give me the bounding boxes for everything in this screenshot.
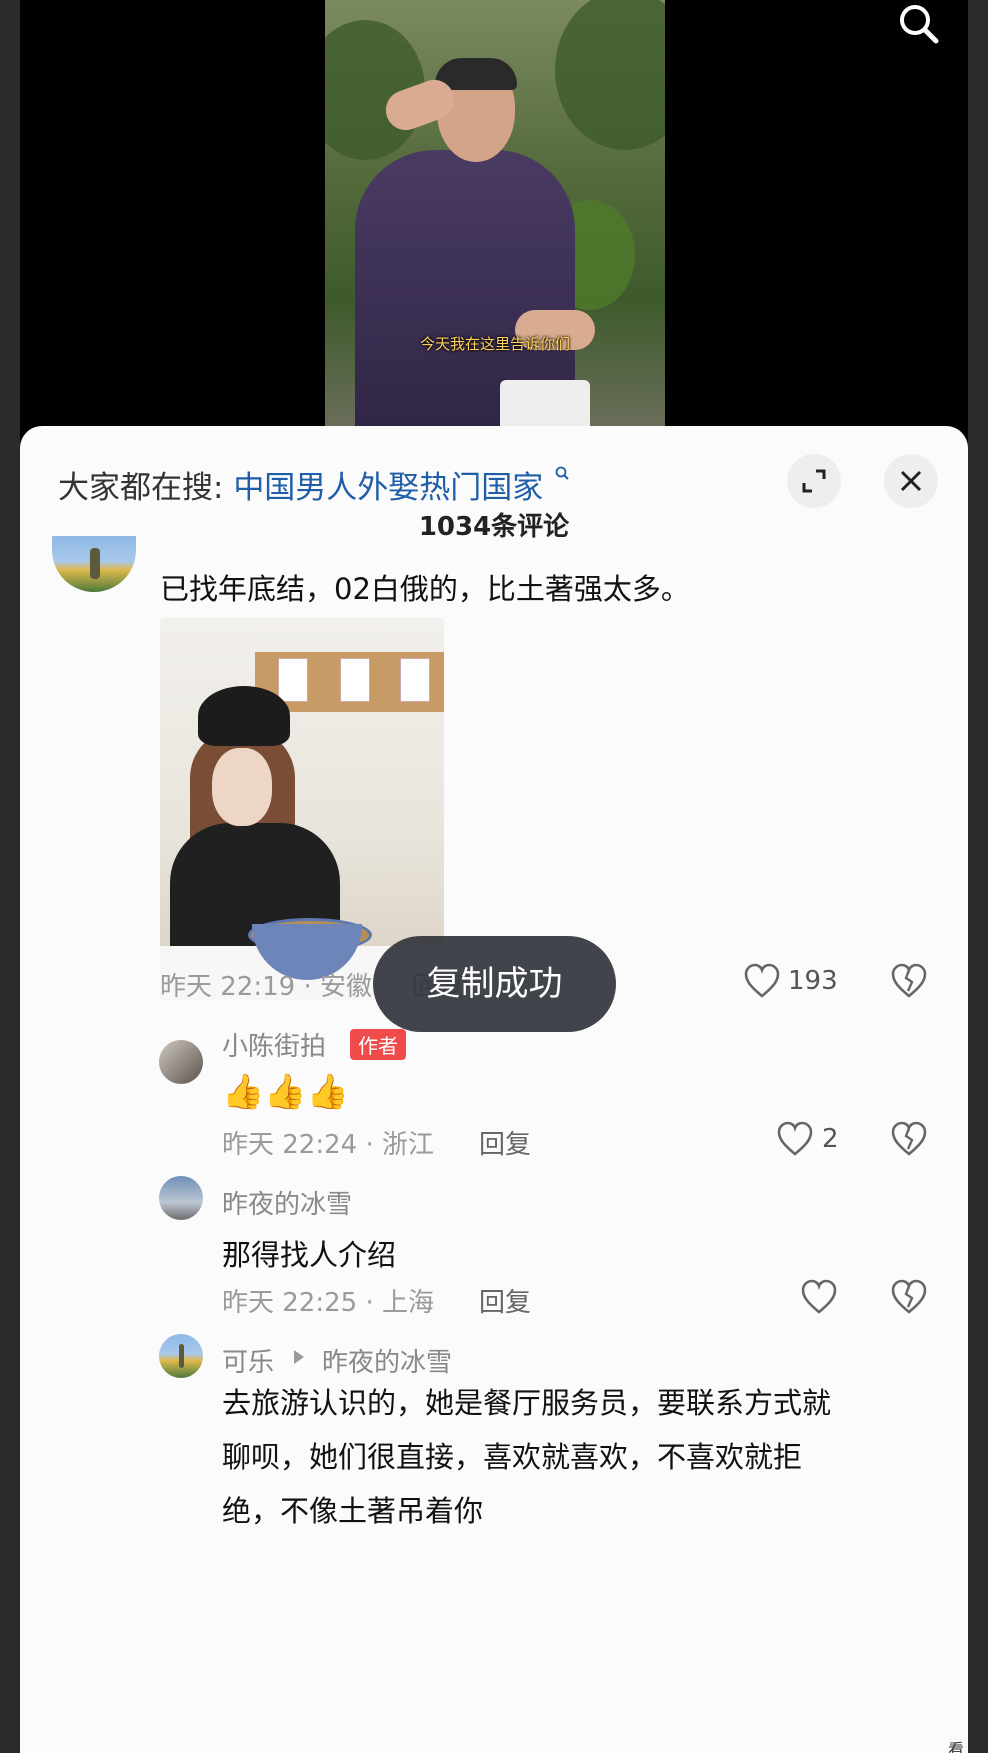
heart-icon[interactable] — [743, 963, 781, 999]
avatar[interactable] — [52, 536, 136, 592]
reply-arrow-icon — [294, 1350, 304, 1364]
broken-heart-icon[interactable] — [890, 1121, 928, 1157]
broken-heart-icon[interactable] — [890, 963, 928, 999]
avatar[interactable] — [159, 1176, 203, 1220]
reply-text-line[interactable]: 绝，不像土著吊着你 — [222, 1484, 483, 1538]
broken-heart-icon[interactable] — [890, 1279, 928, 1315]
heart-icon[interactable] — [800, 1279, 838, 1315]
author-badge: 作者 — [350, 1029, 406, 1060]
reply-to-username[interactable]: 昨夜的冰雪 — [322, 1342, 452, 1379]
reply-username[interactable]: 小陈街拍 — [222, 1026, 326, 1063]
expand-button[interactable] — [787, 454, 841, 508]
expand-icon — [802, 469, 826, 493]
search-icon — [900, 5, 939, 44]
trending-search-hint[interactable]: 大家都在搜: 中国男人外娶热门国家 — [58, 462, 569, 507]
reply-text-line[interactable]: 去旅游认识的，她是餐厅服务员，要联系方式就 — [222, 1376, 831, 1430]
reply-button[interactable]: 回复 — [479, 1124, 531, 1161]
copy-success-toast: 复制成功 — [373, 936, 616, 1032]
video-player[interactable]: 今天我在这里告诉你们 — [325, 0, 665, 428]
reply-text-line[interactable]: 聊呗，她们很直接，喜欢就喜欢，不喜欢就拒 — [222, 1430, 802, 1484]
reply-button[interactable]: 回复 — [479, 1282, 531, 1319]
avatar[interactable] — [159, 1334, 203, 1378]
watermark-fragment: 看 — [948, 1740, 965, 1753]
comment-sheet: 大家都在搜: 中国男人外娶热门国家 1034条评论 已找年底结，02白俄的，比土… — [20, 426, 968, 1753]
reply-text[interactable]: 那得找人介绍 — [222, 1232, 396, 1274]
reply-text[interactable]: 👍👍👍 — [222, 1072, 349, 1112]
trending-search-link[interactable]: 中国男人外娶热门国家 — [233, 470, 543, 506]
app-frame: 今天我在这里告诉你们 大家都在搜: 中国男人外娶热门国家 1034条评论 已找年… — [20, 0, 968, 1753]
reply-username[interactable]: 可乐 — [222, 1342, 274, 1379]
trending-search-prefix: 大家都在搜: — [58, 470, 224, 506]
heart-icon[interactable] — [776, 1121, 814, 1157]
comment-meta: 昨天 22:19 · 安徽 — [160, 972, 372, 1002]
video-subtitle: 今天我在这里告诉你们 — [419, 335, 570, 353]
like-count: 193 — [788, 966, 838, 996]
search-button[interactable] — [888, 0, 948, 54]
reply-meta: 昨天 22:25 · 上海 — [222, 1288, 434, 1318]
comment-text[interactable]: 已找年底结，02白俄的，比土著强太多。 — [160, 566, 690, 608]
avatar[interactable] — [159, 1040, 203, 1084]
small-search-icon — [555, 466, 569, 480]
close-button[interactable] — [884, 454, 938, 508]
reply-username[interactable]: 昨夜的冰雪 — [222, 1184, 352, 1221]
comment-count: 1034条评论 — [418, 512, 570, 542]
reply-meta: 昨天 22:24 · 浙江 — [222, 1130, 434, 1160]
like-count: 2 — [822, 1124, 839, 1154]
close-icon — [900, 470, 922, 492]
